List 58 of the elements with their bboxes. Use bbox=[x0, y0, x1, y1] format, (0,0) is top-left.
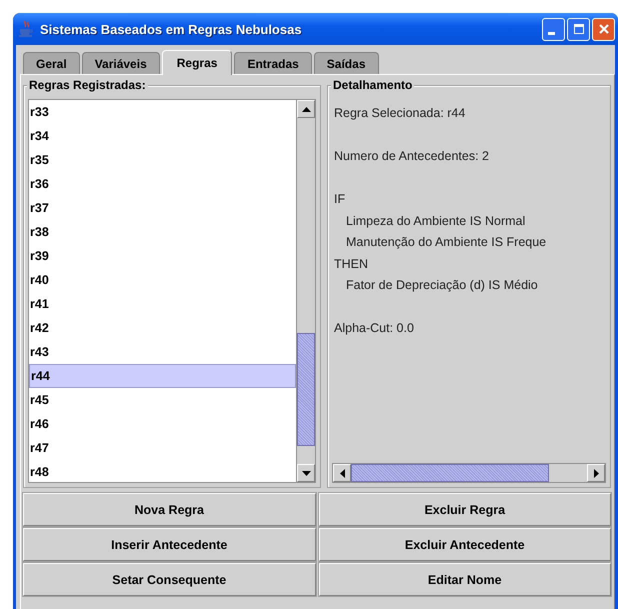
action-button[interactable]: Editar Nome bbox=[318, 563, 611, 596]
action-button[interactable]: Setar Consequente bbox=[23, 563, 316, 596]
list-item[interactable]: r34 bbox=[29, 124, 296, 148]
action-button[interactable]: Inserir Antecedente bbox=[23, 528, 316, 561]
tab[interactable]: Regras bbox=[162, 50, 232, 75]
list-item[interactable]: r40 bbox=[29, 268, 296, 292]
list-item[interactable]: r41 bbox=[29, 292, 296, 316]
group-title: Regras Registradas: bbox=[27, 78, 148, 92]
list-item[interactable]: r43 bbox=[29, 340, 296, 364]
action-button[interactable]: Nova Regra bbox=[23, 493, 316, 526]
scrollbar-thumb[interactable] bbox=[297, 333, 315, 446]
group-title: Detalhamento bbox=[331, 78, 414, 92]
tab[interactable]: Saídas bbox=[314, 52, 378, 74]
list-item[interactable]: r46 bbox=[29, 412, 296, 436]
window-title: Sistemas Baseados em Regras Nebulosas bbox=[40, 22, 303, 36]
list-item[interactable]: r44 bbox=[29, 364, 296, 388]
list-item[interactable]: r42 bbox=[29, 316, 296, 340]
left-triangle-icon bbox=[340, 468, 344, 478]
antecedent-text: Limpeza do Ambiente IS Normal bbox=[345, 212, 526, 230]
list-item[interactable]: r36 bbox=[29, 172, 296, 196]
coffee-cup-icon bbox=[18, 20, 34, 38]
scrollbar-thumb[interactable] bbox=[351, 464, 549, 482]
scroll-right-button[interactable] bbox=[587, 464, 605, 482]
rules-list[interactable]: r33 r34 r35 r36 r37 r38 r39 r40 r41 r42 r43 r44 r45 r46 r47 r48 bbox=[29, 100, 296, 482]
vertical-scrollbar[interactable] bbox=[296, 100, 315, 482]
selected-rule-text: Regra Selecionada: r44 bbox=[334, 105, 466, 122]
maximize-button[interactable] bbox=[567, 18, 590, 40]
list-item[interactable]: r45 bbox=[29, 388, 296, 412]
horizontal-scrollbar[interactable] bbox=[332, 463, 606, 483]
consequent-text: Fator de Depreciação (d) IS Médio bbox=[345, 277, 539, 294]
tab[interactable]: Entradas bbox=[234, 52, 312, 74]
action-button[interactable]: Excluir Antecedente bbox=[318, 528, 611, 561]
maximize-icon bbox=[572, 23, 584, 35]
antecedent-text: Manutenção do Ambiente IS Freque bbox=[345, 234, 548, 251]
scroll-down-button[interactable] bbox=[297, 464, 315, 482]
minimize-button[interactable] bbox=[542, 18, 565, 40]
right-triangle-icon bbox=[594, 468, 598, 478]
up-triangle-icon bbox=[302, 106, 310, 112]
list-item[interactable]: r37 bbox=[29, 196, 296, 220]
tab[interactable]: Geral bbox=[23, 52, 80, 74]
list-item[interactable]: r39 bbox=[29, 244, 296, 268]
antecedent-count-text: Numero de Antecedentes: 2 bbox=[334, 148, 490, 165]
list-item[interactable]: r48 bbox=[29, 460, 296, 482]
down-triangle-icon bbox=[302, 470, 310, 476]
alpha-cut-text: Alpha-Cut: 0.0 bbox=[334, 320, 415, 337]
minimize-icon bbox=[548, 32, 555, 34]
scroll-up-button[interactable] bbox=[297, 100, 315, 118]
list-item[interactable]: r35 bbox=[29, 148, 296, 172]
tab[interactable]: Variáveis bbox=[82, 52, 160, 74]
close-button[interactable] bbox=[592, 18, 615, 40]
action-button[interactable]: Excluir Regra bbox=[318, 493, 611, 526]
list-item[interactable]: r38 bbox=[29, 220, 296, 244]
then-keyword: THEN bbox=[334, 256, 370, 272]
list-item[interactable]: r33 bbox=[29, 100, 296, 124]
scroll-left-button[interactable] bbox=[333, 464, 351, 482]
list-item[interactable]: r47 bbox=[29, 436, 296, 460]
close-icon bbox=[598, 23, 610, 35]
if-keyword: IF bbox=[334, 191, 346, 208]
